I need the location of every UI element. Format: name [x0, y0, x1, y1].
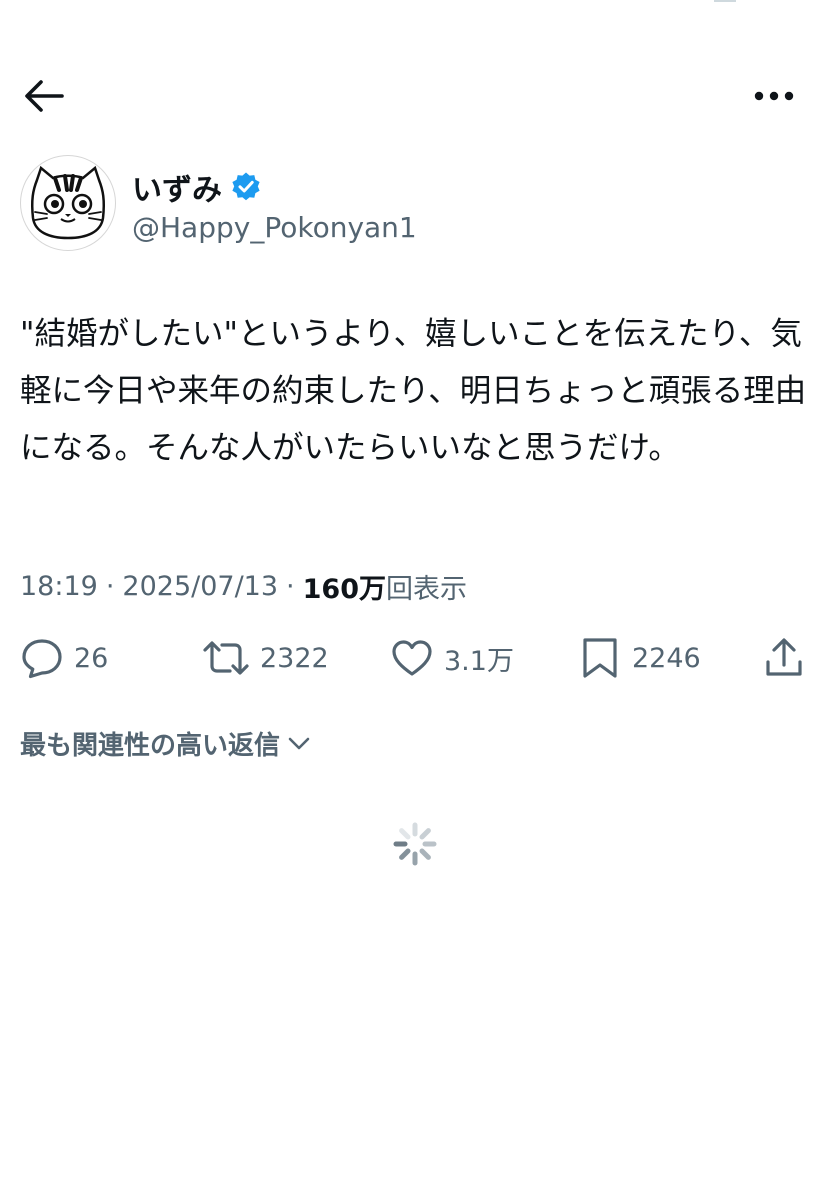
arrow-left-icon	[25, 80, 64, 112]
share-button[interactable]	[762, 630, 806, 686]
user-handle[interactable]: @Happy_Pokonyan1	[132, 211, 417, 244]
loading-spinner-icon	[393, 822, 437, 866]
ellipsis-icon	[754, 91, 794, 101]
chevron-down-icon	[288, 737, 310, 750]
tweet-author: いずみ @Happy_Pokonyan1	[20, 155, 812, 255]
display-name-row: いずみ	[132, 165, 262, 209]
replies-sort-dropdown[interactable]: 最も関連性の高い返信	[20, 722, 312, 764]
tweet-meta: 18:19 · 2025/07/13 · 160万 回表示	[20, 566, 467, 606]
avatar[interactable]	[20, 155, 116, 251]
reply-icon	[22, 639, 62, 679]
status-bar-fragment	[714, 0, 736, 2]
display-name[interactable]: いずみ	[132, 165, 222, 209]
bookmark-button[interactable]: 2246	[578, 630, 701, 686]
replies-sort-label: 最も関連性の高い返信	[20, 730, 281, 761]
verified-badge-icon	[232, 172, 260, 201]
like-button[interactable]: 3.1万	[390, 630, 514, 686]
cat-face-icon	[30, 165, 106, 240]
views-label: 回表示	[386, 573, 467, 605]
repost-button[interactable]: 2322	[202, 630, 329, 686]
bookmark-count: 2246	[632, 642, 701, 674]
tweet-date[interactable]: 2025/07/13	[122, 571, 278, 602]
tweet-time[interactable]: 18:19	[20, 571, 98, 602]
top-bar	[0, 0, 832, 140]
heart-icon	[392, 640, 432, 676]
bookmark-icon	[583, 638, 617, 678]
views-count: 160万	[302, 573, 386, 605]
meta-separator: ·	[105, 570, 115, 602]
reply-count: 26	[74, 642, 109, 674]
reply-button[interactable]: 26	[20, 630, 108, 686]
repost-count: 2322	[260, 642, 329, 674]
tweet-text: "結婚がしたい"というより、嬉しいことを伝えたり、気軽に今日や来年の約束したり、…	[20, 316, 807, 466]
repost-icon	[203, 641, 249, 675]
more-options-button[interactable]	[746, 74, 802, 118]
share-icon	[766, 638, 802, 676]
action-bar: 26 2322 3.1万 2246	[0, 630, 832, 686]
like-count: 3.1万	[444, 645, 514, 677]
meta-separator: ·	[286, 570, 295, 602]
back-button[interactable]	[20, 74, 68, 118]
